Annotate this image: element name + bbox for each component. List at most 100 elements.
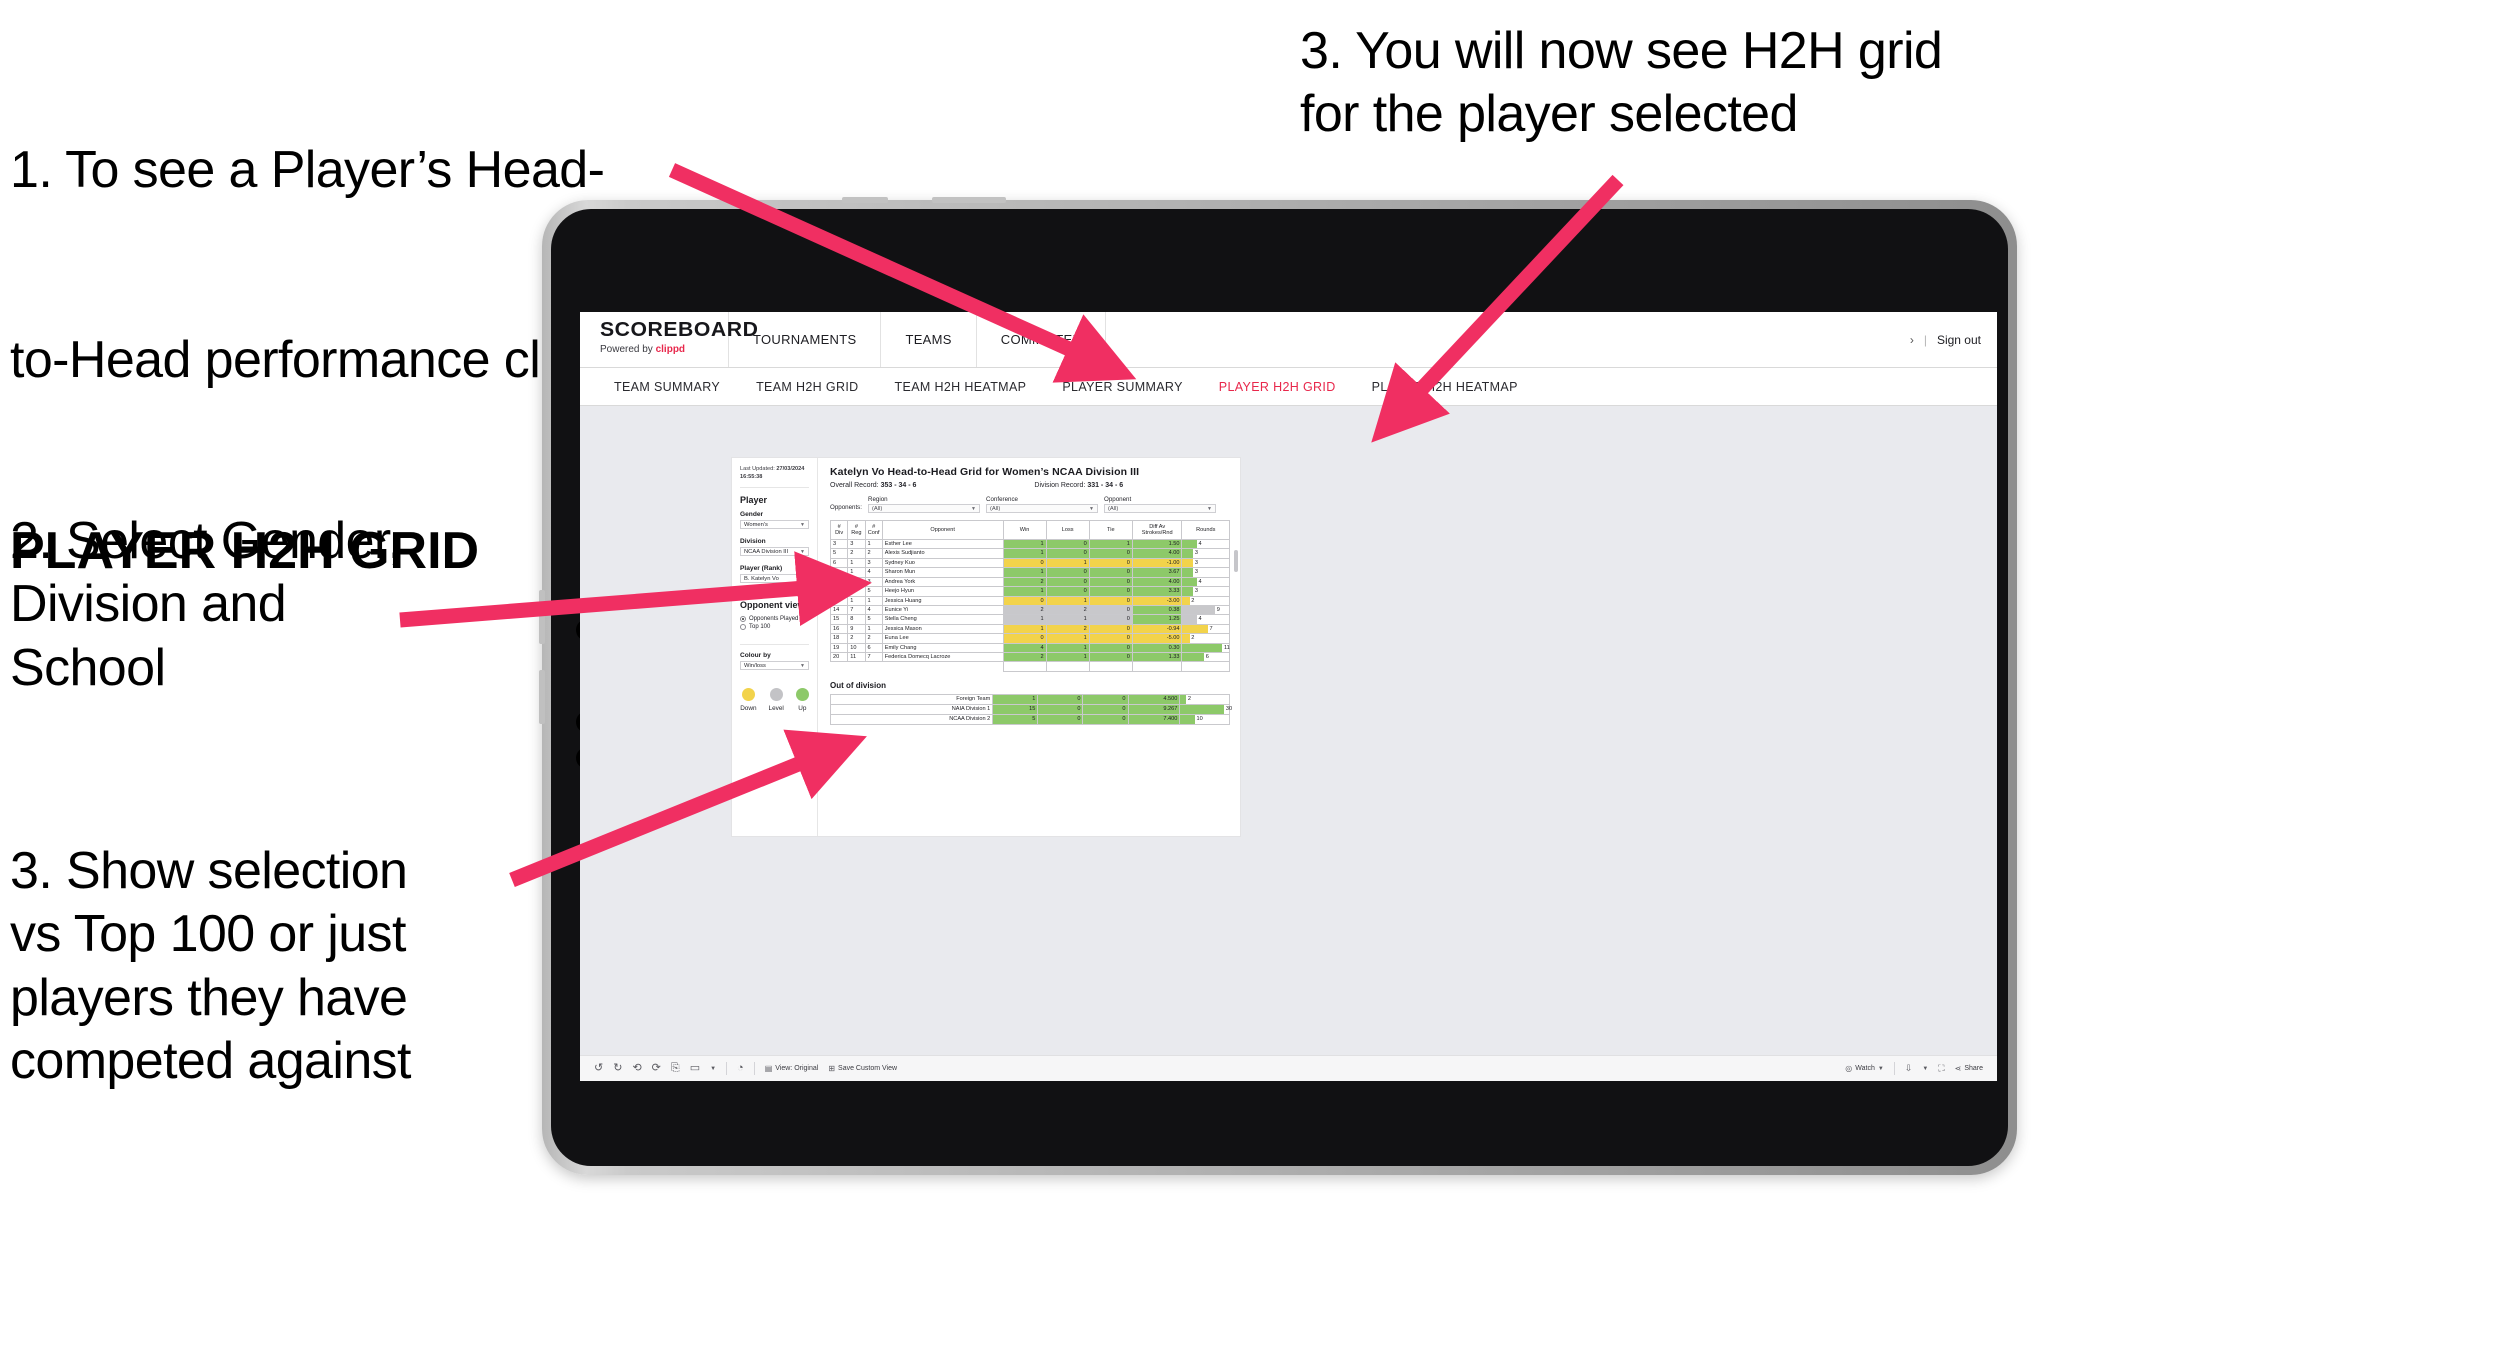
rounds-bar-cell: 2 bbox=[1179, 693, 1230, 705]
table-cell: 2 bbox=[864, 633, 883, 644]
out-of-division-row[interactable]: Foreign Team 1 0 0 4.500 2 bbox=[829, 693, 1230, 705]
rounds-value: 30 bbox=[1225, 706, 1233, 713]
colour-by-select[interactable]: Win/loss ▼ bbox=[740, 661, 809, 671]
refresh-data-icon[interactable]: ⟳ bbox=[652, 1063, 661, 1074]
player-rank-select[interactable]: B. Katelyn Vo ▼ bbox=[740, 574, 809, 584]
opponent-select[interactable]: (All) ▼ bbox=[1104, 504, 1216, 513]
table-row[interactable]: 14 7 4 Eunice Yi 2 2 0 0.38 9 bbox=[829, 604, 1230, 616]
visualization-container: Last Updated: 27/03/2024 16:55:38 Player… bbox=[732, 458, 1240, 836]
records-row: Overall Record: 353 - 34 - 6 Division Re… bbox=[830, 482, 1230, 489]
chevron-right-icon[interactable]: › bbox=[1910, 333, 1914, 347]
table-cell: 0 bbox=[1088, 548, 1133, 559]
table-cell: 18 bbox=[829, 633, 849, 644]
download-icon[interactable]: ⇩ bbox=[1905, 1064, 1913, 1073]
table-row[interactable]: 15 8 5 Stella Cheng 1 1 0 1.25 4 bbox=[829, 614, 1230, 625]
table-cell: Jessica Huang bbox=[881, 595, 1004, 606]
table-cell: 11 bbox=[829, 586, 849, 597]
gender-select[interactable]: Women's ▼ bbox=[740, 520, 809, 530]
tab-player-h2h-grid[interactable]: PLAYER H2H GRID bbox=[1201, 369, 1354, 405]
tab-team-h2h-grid[interactable]: TEAM H2H GRID bbox=[738, 369, 876, 405]
table-cell: 4.00 bbox=[1131, 576, 1183, 588]
out-of-division-row[interactable]: NAIA Division 1 15 0 0 9.267 30 bbox=[829, 703, 1233, 715]
table-cell: 0 bbox=[1088, 557, 1133, 569]
tablet-top-button-1 bbox=[842, 197, 888, 203]
watch-label: Watch bbox=[1855, 1065, 1875, 1072]
table-row[interactable]: 16 9 1 Jessica Mason 1 2 0 -0.94 7 bbox=[829, 623, 1230, 635]
undo-icon[interactable]: ↺ bbox=[594, 1063, 603, 1074]
rounds-bar bbox=[1182, 596, 1190, 605]
division-select[interactable]: NCAA Division III ▼ bbox=[740, 547, 809, 557]
save-custom-view-label: Save Custom View bbox=[838, 1065, 898, 1072]
clock-icon[interactable]: ◔ bbox=[737, 1063, 744, 1074]
out-of-division-name: NCAA Division 2 bbox=[829, 713, 994, 725]
table-cell: 1 bbox=[847, 567, 866, 578]
table-cell: 20 bbox=[829, 652, 849, 663]
tab-team-summary[interactable]: TEAM SUMMARY bbox=[596, 369, 738, 405]
table-cell: 7 bbox=[847, 604, 866, 616]
radio-top-100-label: Top 100 bbox=[749, 624, 771, 631]
table-cell: 7.400 bbox=[1127, 713, 1181, 725]
pause-updates-icon[interactable]: ⎘ bbox=[671, 1063, 680, 1074]
table-row[interactable]: 18 2 2 Euna Lee 0 1 0 -5.00 2 bbox=[829, 633, 1230, 644]
rounds-value: 4 bbox=[1198, 578, 1202, 585]
sign-out-button[interactable]: Sign out bbox=[1937, 333, 1981, 347]
out-of-division-row[interactable]: NCAA Division 2 5 0 0 7.400 10 bbox=[829, 713, 1230, 725]
table-cell: 1.25 bbox=[1131, 614, 1183, 625]
table-cell: 2 bbox=[1002, 652, 1047, 663]
share-button[interactable]: ⋖ Share bbox=[1955, 1064, 1983, 1073]
table-row[interactable]: 6 1 3 Sydney Kuo 0 1 0 -1.00 3 bbox=[829, 557, 1230, 569]
table-row[interactable]: 19 10 6 Emily Chang 4 1 0 0.30 11 bbox=[829, 642, 1230, 654]
table-row[interactable]: 3 3 1 Esther Lee 1 0 1 1.50 4 bbox=[829, 538, 1230, 550]
table-cell: 1 bbox=[1002, 567, 1047, 578]
rectangle-select-icon[interactable]: ▭ bbox=[690, 1063, 700, 1074]
main-content: Katelyn Vo Head-to-Head Grid for Women’s… bbox=[818, 458, 1240, 836]
tab-player-h2h-heatmap[interactable]: PLAYER H2H HEATMAP bbox=[1354, 369, 1536, 405]
radio-opponents-played[interactable]: Opponents Played bbox=[740, 616, 809, 623]
radio-top-100[interactable]: Top 100 bbox=[740, 624, 809, 631]
brand-logo[interactable]: SCOREBOARD Powered by clippd bbox=[580, 312, 758, 367]
legend-label-level: Level bbox=[768, 705, 784, 713]
opponent-filters-row: Opponents: Region (All) ▼ Conference (Al… bbox=[830, 496, 1230, 513]
rounds-value: 7 bbox=[1209, 625, 1213, 632]
table-cell: 0 bbox=[1082, 703, 1129, 715]
tab-player-summary[interactable]: PLAYER SUMMARY bbox=[1044, 369, 1200, 405]
table-cell: 5 bbox=[992, 713, 1039, 725]
table-row[interactable]: 10 6 3 Andrea York 2 0 0 4.00 4 bbox=[829, 576, 1230, 588]
legend-item-level: Level bbox=[769, 688, 784, 712]
revert-icon[interactable]: ⟲ bbox=[632, 1063, 641, 1074]
table-row[interactable]: 13 1 1 Jessica Huang 0 1 0 -3.00 2 bbox=[829, 595, 1230, 606]
table-cell: 0 bbox=[1088, 567, 1133, 578]
table-cell: 0 bbox=[1045, 586, 1090, 597]
division-record-label: Division Record: bbox=[1034, 482, 1088, 489]
vertical-scrollbar[interactable] bbox=[1234, 550, 1238, 572]
watch-button[interactable]: ◎ Watch ▼ bbox=[1845, 1064, 1884, 1073]
table-cell: 0 bbox=[1082, 693, 1129, 705]
nav-item-teams[interactable]: TEAMS bbox=[880, 312, 975, 367]
save-custom-view-button[interactable]: ⊞ Save Custom View bbox=[828, 1064, 898, 1073]
column-header: # Div bbox=[829, 520, 849, 540]
redo-icon[interactable]: ↻ bbox=[613, 1063, 622, 1074]
chevron-down-icon[interactable]: ▼ bbox=[1922, 1066, 1928, 1072]
fullscreen-icon[interactable]: ⛶ bbox=[1938, 1064, 1944, 1073]
opponent-filter-group: Opponent (All) ▼ bbox=[1104, 496, 1216, 513]
panel-divider-3 bbox=[740, 644, 809, 646]
view-original-button[interactable]: ▤ View: Original bbox=[765, 1064, 819, 1073]
region-select[interactable]: (All) ▼ bbox=[868, 504, 980, 513]
conference-select[interactable]: (All) ▼ bbox=[986, 504, 1098, 513]
rounds-bar bbox=[1182, 634, 1190, 643]
rounds-value: 10 bbox=[1196, 716, 1203, 723]
table-row[interactable]: 9 1 4 Sharon Mun 1 0 0 3.67 3 bbox=[829, 567, 1230, 578]
table-row[interactable]: 11 2 5 Heejo Hyun 1 0 0 3.33 3 bbox=[829, 586, 1230, 597]
conference-filter-group: Conference (All) ▼ bbox=[986, 496, 1098, 513]
table-cell: 10 bbox=[829, 576, 849, 588]
table-row[interactable]: 20 11 7 Federica Domecq Lacroze 2 1 0 1.33 6 bbox=[829, 652, 1230, 663]
table-cell: 1 bbox=[1002, 538, 1047, 550]
nav-item-committee[interactable]: COMMITTEE bbox=[975, 312, 1107, 367]
table-cell: 3 bbox=[829, 538, 849, 550]
dropdown-caret-icon[interactable]: ▼ bbox=[710, 1066, 716, 1072]
table-cell: Euna Lee bbox=[881, 633, 1004, 644]
table-row[interactable]: 5 2 2 Alexis Sudjianto 1 0 0 4.00 3 bbox=[829, 548, 1230, 559]
tab-bar: TEAM SUMMARY TEAM H2H GRID TEAM H2H HEAT… bbox=[580, 368, 1997, 406]
tab-team-h2h-heatmap[interactable]: TEAM H2H HEATMAP bbox=[877, 369, 1045, 405]
table-cell: Federica Domecq Lacroze bbox=[881, 652, 1004, 663]
